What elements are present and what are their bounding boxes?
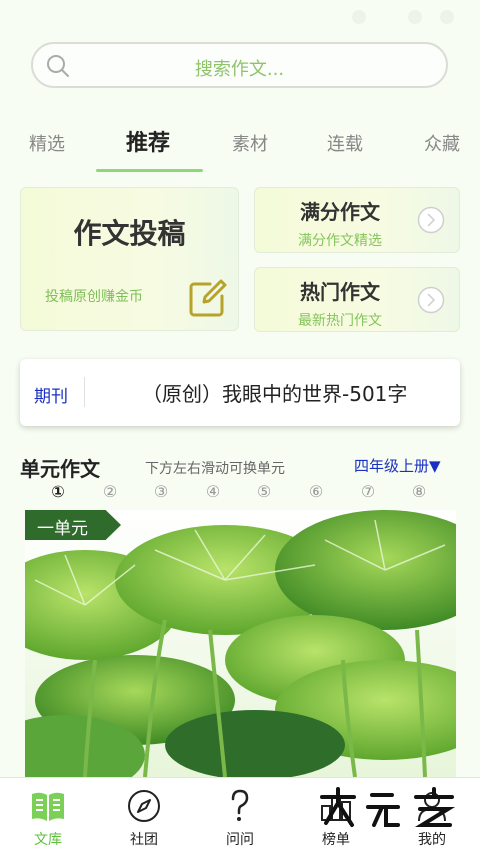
full-score-subtitle: 满分作文精选 — [298, 233, 382, 249]
periodical-tag: 期刊 — [34, 387, 68, 407]
submit-essay-subtitle: 投稿原创赚金币 — [45, 289, 143, 305]
tab-serial[interactable]: 连载 — [327, 130, 363, 156]
popular-title: 热门作文 — [300, 280, 380, 304]
nav-club-label: 社团 — [130, 832, 158, 848]
unit-swipe-hint: 下方左右滑动可换单元 — [145, 461, 285, 477]
submit-essay-card[interactable]: 作文投稿 投稿原创赚金币 — [20, 187, 239, 331]
tab-recommended[interactable]: 推荐 — [126, 125, 170, 157]
nav-questions-label: 问问 — [226, 832, 254, 848]
unit-6[interactable]: ⑥ — [305, 482, 327, 501]
unit-3[interactable]: ③ — [150, 482, 172, 501]
nav-questions[interactable]: 问问 — [192, 778, 288, 853]
compass-icon — [128, 790, 160, 822]
full-score-essay-card[interactable]: 满分作文 满分作文精选 — [254, 187, 460, 253]
lotus-leaves-image — [25, 510, 456, 777]
signal-icon — [352, 10, 366, 24]
nav-club[interactable]: 社团 — [96, 778, 192, 853]
divider — [84, 377, 85, 407]
book-icon — [32, 792, 64, 821]
unit-7[interactable]: ⑦ — [357, 482, 379, 501]
full-score-title: 满分作文 — [300, 200, 380, 224]
periodical-headline[interactable]: （原创）我眼中的世界-501字 — [142, 378, 407, 407]
category-tabs: 精选 推荐 素材 连载 众藏 — [0, 122, 480, 172]
status-bar — [0, 0, 480, 32]
unit-banner-label: 一单元 — [37, 519, 88, 539]
chevron-right-icon — [417, 286, 445, 314]
wifi-icon — [408, 10, 422, 24]
unit-8[interactable]: ⑧ — [408, 482, 430, 501]
unit-2[interactable]: ② — [99, 482, 121, 501]
unit-5[interactable]: ⑤ — [253, 482, 275, 501]
unit-4[interactable]: ④ — [202, 482, 224, 501]
search-input[interactable]: 搜索作文... — [31, 42, 448, 88]
search-placeholder: 搜索作文... — [194, 59, 285, 80]
nav-rankings-label: 榜单 — [322, 832, 350, 848]
unit-selector: ① ② ③ ④ ⑤ ⑥ ⑦ ⑧ — [0, 482, 480, 504]
tab-collection[interactable]: 众藏 — [424, 130, 460, 156]
tab-featured[interactable]: 精选 — [29, 130, 65, 156]
edit-icon — [189, 279, 227, 317]
unit-essays-title: 单元作文 — [20, 457, 100, 481]
grade-dropdown[interactable]: 四年级上册▼ — [354, 455, 441, 476]
battery-icon — [440, 10, 454, 24]
submit-essay-title: 作文投稿 — [73, 217, 186, 250]
active-tab-indicator — [96, 169, 203, 172]
popular-subtitle: 最新热门作文 — [298, 313, 382, 329]
popular-essay-card[interactable]: 热门作文 最新热门作文 — [254, 267, 460, 332]
periodical-banner[interactable]: 期刊 （原创）我眼中的世界-501字 — [20, 359, 460, 426]
nav-profile-label: 我的 — [418, 832, 446, 848]
question-icon — [231, 789, 249, 821]
nav-library-label: 文库 — [34, 832, 62, 848]
chevron-right-icon — [417, 206, 445, 234]
watermark-logo — [320, 787, 456, 827]
tab-materials[interactable]: 素材 — [232, 130, 268, 156]
unit-banner-image[interactable]: 一单元 — [25, 510, 456, 777]
unit-1[interactable]: ① — [47, 482, 69, 501]
nav-library[interactable]: 文库 — [0, 778, 96, 853]
